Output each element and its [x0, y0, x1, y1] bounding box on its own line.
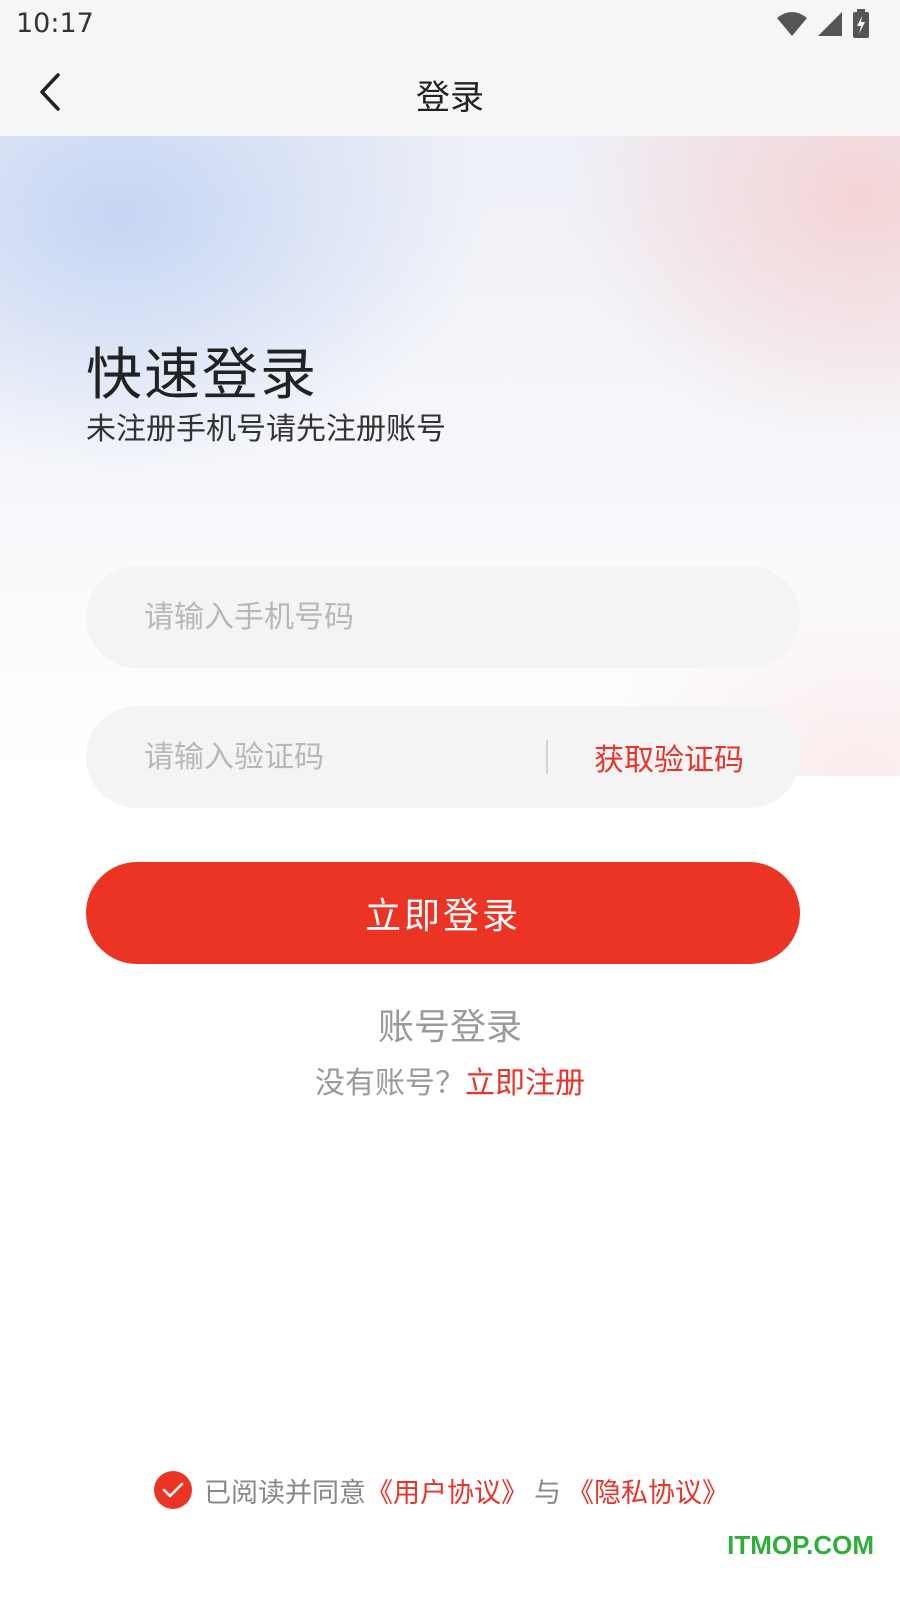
login-button[interactable]: 立即登录: [86, 862, 800, 964]
nav-bar: 登录: [0, 48, 900, 136]
verification-code-input[interactable]: [86, 706, 546, 808]
field-divider: [546, 740, 548, 774]
wifi-icon: [777, 12, 807, 36]
status-time: 10:17: [16, 8, 94, 39]
login-screen: 10:17 登录 快速登录 未注册手机号请先注册账号 请输入手机号码 请输入验证…: [0, 0, 900, 1600]
register-link[interactable]: 立即注册: [465, 1066, 585, 1101]
user-agreement-link[interactable]: 《用户协议》: [366, 1471, 528, 1510]
subheadline: 未注册手机号请先注册账号: [86, 412, 446, 447]
hero-gradient-background: [0, 136, 900, 776]
agreement-and: 与: [534, 1477, 561, 1509]
privacy-policy-link[interactable]: 《隐私协议》: [567, 1471, 729, 1510]
agreement-checkbox[interactable]: [154, 1471, 192, 1509]
page-title: 登录: [416, 78, 484, 118]
phone-input[interactable]: [86, 566, 800, 668]
battery-charging-icon: [853, 9, 869, 38]
status-icons: [776, 8, 870, 40]
checkmark-icon: [162, 1482, 184, 1498]
signal-icon: [818, 12, 842, 36]
code-field-container: 获取验证码: [86, 706, 800, 808]
headline: 快速登录: [86, 343, 318, 408]
no-account-text: 没有账号？: [315, 1066, 465, 1101]
agreement-prefix: 已阅读并同意: [204, 1477, 366, 1509]
watermark: ITMOP.COM: [727, 1530, 874, 1560]
get-code-button[interactable]: 获取验证码: [594, 735, 800, 779]
phone-field-container: [86, 566, 800, 668]
status-bar: 10:17: [0, 0, 900, 48]
account-login-link[interactable]: 账号登录: [0, 998, 900, 1050]
register-row: 没有账号？立即注册: [0, 1058, 900, 1102]
agreement-row: 已阅读并同意 《用户协议》 与 《隐私协议》: [154, 1470, 729, 1510]
